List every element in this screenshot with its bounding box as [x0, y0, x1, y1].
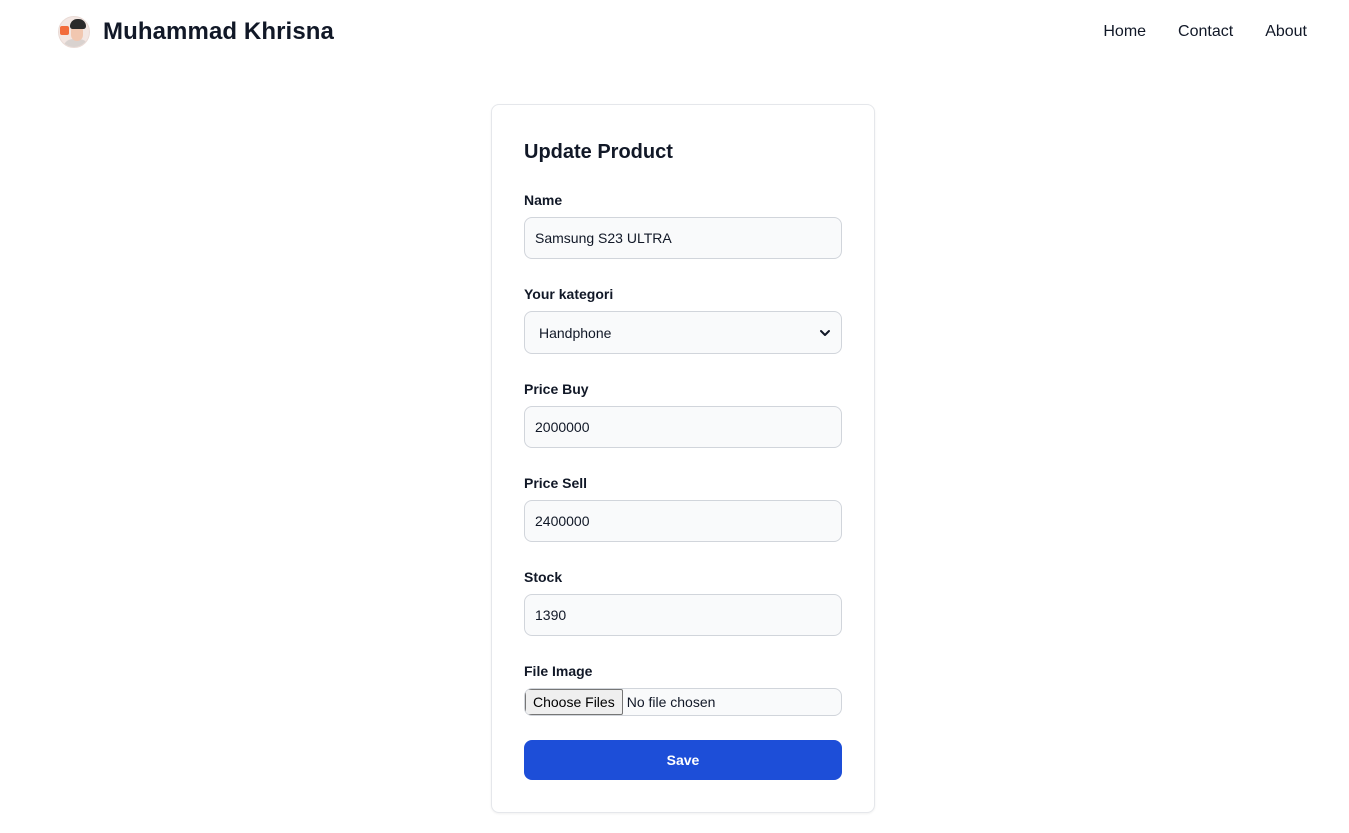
stock-label: Stock [524, 569, 563, 585]
nav-link-home[interactable]: Home [1103, 22, 1146, 42]
file-status-text: No file chosen [626, 694, 716, 710]
avatar [58, 16, 90, 48]
chevron-down-icon [820, 329, 830, 336]
brand-link[interactable]: Muhammad Khrisna [58, 16, 334, 48]
file-image-label: File Image [524, 663, 593, 679]
price-sell-input[interactable] [524, 500, 842, 542]
brand-name: Muhammad Khrisna [103, 18, 334, 45]
name-label: Name [524, 192, 563, 208]
navbar: Muhammad Khrisna Home Contact About [0, 0, 1349, 66]
nav-link-contact[interactable]: Contact [1178, 22, 1233, 42]
kategori-select[interactable]: Handphone [524, 311, 842, 354]
choose-files-button[interactable]: Choose Files [525, 689, 623, 715]
form-title: Update Product [524, 141, 673, 163]
price-buy-input[interactable] [524, 406, 842, 448]
stock-input[interactable] [524, 594, 842, 636]
nav-links: Home Contact About [1103, 22, 1307, 42]
price-sell-label: Price Sell [524, 475, 588, 491]
update-product-card: Update Product Name Your kategori Handph… [491, 104, 875, 813]
save-button[interactable]: Save [524, 740, 842, 780]
nav-link-about[interactable]: About [1265, 22, 1307, 42]
name-input[interactable] [524, 217, 842, 259]
price-buy-label: Price Buy [524, 381, 589, 397]
kategori-selected-value: Handphone [539, 324, 612, 341]
file-image-input[interactable]: Choose Files No file chosen [524, 688, 842, 716]
kategori-label: Your kategori [524, 286, 614, 302]
